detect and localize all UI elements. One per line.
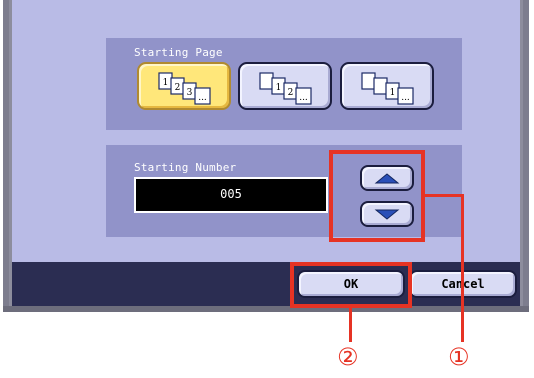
page-label: ... xyxy=(198,93,207,103)
starting-page-title: Starting Page xyxy=(134,46,223,59)
callout-number-2: ② xyxy=(337,343,359,371)
page-label: ... xyxy=(299,93,308,103)
device-screen: Starting Page 1 2 3 ... 1 2 ... 1 ... St… xyxy=(3,0,529,312)
callout-highlight-ok xyxy=(290,262,412,308)
callout-leader-line xyxy=(349,308,352,342)
screen-right-edge xyxy=(523,0,529,312)
callout-highlight-arrows xyxy=(329,150,425,242)
page-label: 3 xyxy=(187,88,193,98)
starting-page-option-1-button[interactable]: 1 2 3 ... xyxy=(137,62,231,110)
page-label: 1 xyxy=(276,83,282,93)
page-stack-123-icon: 1 2 3 ... xyxy=(158,72,211,105)
page-stack-blank-12-icon: 1 2 ... xyxy=(259,72,312,105)
page-label: 1 xyxy=(390,88,396,98)
settings-panel: Starting Page 1 2 3 ... 1 2 ... 1 ... St… xyxy=(12,0,520,262)
starting-page-option-3-button[interactable]: 1 ... xyxy=(340,62,434,110)
callout-number-1: ① xyxy=(448,343,470,371)
page-label: 2 xyxy=(288,88,294,98)
page-stack-blank-1-icon: 1 ... xyxy=(361,72,414,105)
starting-number-title: Starting Number xyxy=(134,161,237,174)
callout-leader-line xyxy=(461,194,464,342)
screen-bottom-edge xyxy=(3,306,529,312)
starting-page-option-2-button[interactable]: 1 2 ... xyxy=(238,62,332,110)
starting-number-display: 005 xyxy=(134,177,328,213)
screen-left-edge xyxy=(3,0,9,312)
page-label: ... xyxy=(401,93,410,103)
page-label: 2 xyxy=(175,83,181,93)
starting-page-group: Starting Page 1 2 3 ... 1 2 ... 1 ... xyxy=(106,38,462,130)
page-label: 1 xyxy=(163,78,169,88)
callout-leader-line xyxy=(425,194,463,197)
